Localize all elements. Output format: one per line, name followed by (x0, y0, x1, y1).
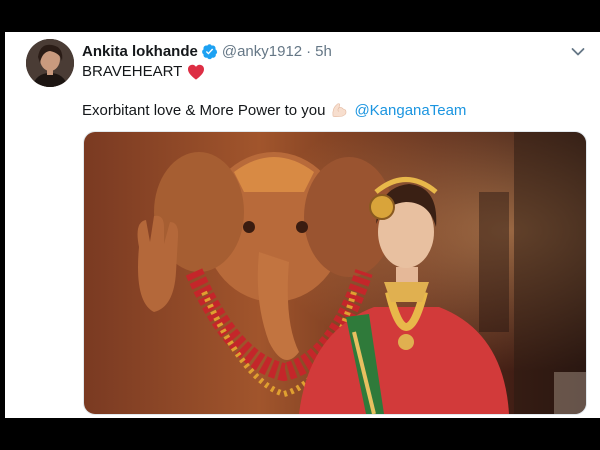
tweet-text-main: Exorbitant love & More Power to you (82, 101, 326, 119)
tweet-text-line-1: BRAVEHEART (82, 63, 205, 80)
timestamp[interactable]: 5h (315, 43, 332, 60)
red-heart-icon (187, 64, 205, 80)
display-name[interactable]: Ankita lokhande (82, 43, 198, 60)
separator-dot: · (306, 42, 312, 60)
tweet-text-line-2: Exorbitant love & More Power to you @Kan… (82, 101, 466, 119)
chevron-down-icon[interactable] (571, 44, 585, 56)
tweet-card[interactable]: Ankita lokhande @anky1912 · 5h BRAVEHEAR… (5, 32, 600, 418)
tweet-text-braveheart: BRAVEHEART (82, 63, 183, 80)
user-handle[interactable]: @anky1912 (222, 43, 302, 60)
avatar-photo (26, 39, 74, 87)
verified-badge-icon (201, 43, 218, 60)
tweet-header: Ankita lokhande @anky1912 · 5h (82, 41, 332, 61)
media-photo (84, 132, 586, 414)
flexed-biceps-icon (330, 101, 348, 119)
avatar[interactable] (26, 39, 74, 87)
tweet-media-image[interactable] (83, 131, 587, 415)
mention-link[interactable]: @KanganaTeam (354, 102, 466, 119)
